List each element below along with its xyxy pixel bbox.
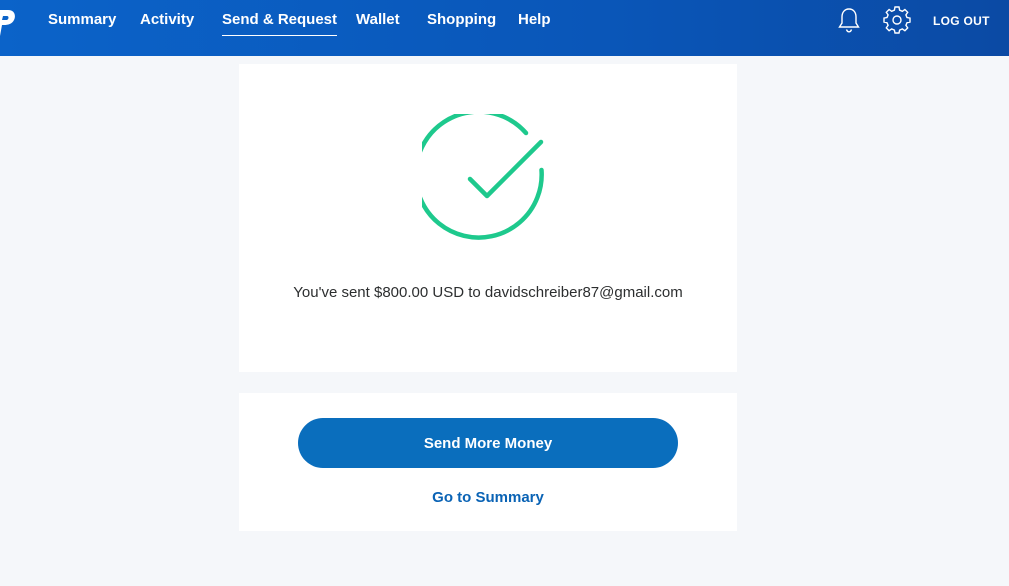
logout-button[interactable]: LOG OUT [933, 14, 990, 28]
nav-shopping[interactable]: Shopping [427, 11, 496, 28]
top-nav-bar: Summary Activity Send & Request Wallet S… [0, 0, 1009, 56]
confirmation-card: You've sent $800.00 USD to davidschreibe… [239, 64, 737, 372]
gear-icon[interactable] [883, 6, 911, 34]
actions-card: Send More Money Go to Summary [239, 393, 737, 531]
nav-send-and-request[interactable]: Send & Request [222, 11, 338, 36]
nav-help[interactable]: Help [518, 11, 551, 28]
nav-activity[interactable]: Activity [140, 11, 194, 28]
bell-icon[interactable] [835, 6, 863, 34]
confirmation-message: You've sent $800.00 USD to davidschreibe… [293, 284, 683, 301]
success-check-icon [422, 114, 544, 240]
paypal-logo-icon[interactable] [0, 8, 18, 38]
nav-summary[interactable]: Summary [48, 11, 116, 28]
go-to-summary-link[interactable]: Go to Summary [239, 489, 737, 506]
send-more-money-button[interactable]: Send More Money [298, 418, 678, 468]
nav-wallet[interactable]: Wallet [356, 11, 400, 28]
